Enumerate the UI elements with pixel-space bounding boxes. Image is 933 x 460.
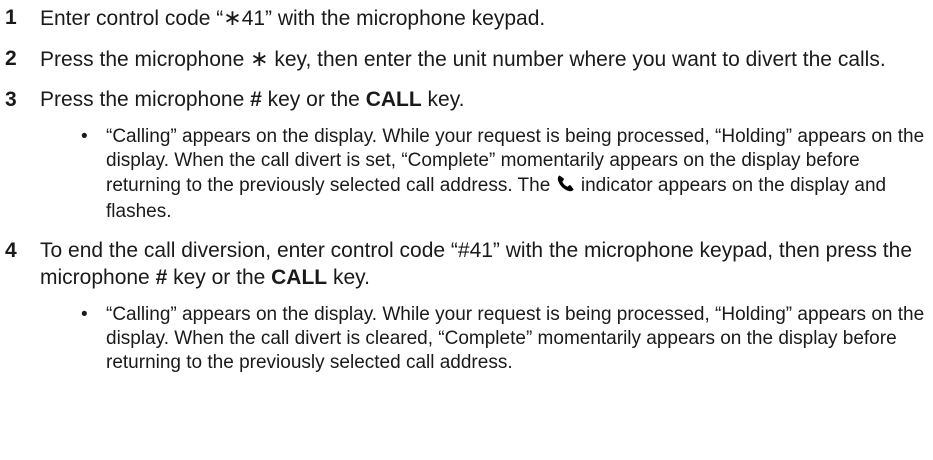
- hash-key-label: #: [250, 88, 262, 111]
- step-text: Press the microphone ∗ key, then enter t…: [40, 45, 933, 73]
- step-text-part: Press the microphone: [40, 88, 251, 111]
- step-2: 2 Press the microphone ∗ key, then enter…: [0, 45, 933, 73]
- call-key-label: CALL: [365, 88, 422, 111]
- step-text: Press the microphone # key or the CALL k…: [40, 86, 933, 113]
- call-key-label: CALL: [271, 266, 328, 289]
- step-text-part: key or the: [167, 266, 272, 289]
- step-4: 4 To end the call diversion, enter contr…: [0, 237, 933, 375]
- hash-key-label: #: [155, 266, 168, 289]
- bullet-dot: •: [81, 304, 88, 325]
- instruction-page: 1 Enter control code “∗41” with the micr…: [0, 0, 933, 460]
- note-text: “Calling” appears on the display. While …: [106, 304, 925, 373]
- step-1: 1 Enter control code “∗41” with the micr…: [0, 4, 933, 32]
- step-number: 4: [5, 239, 17, 262]
- star-symbol: ∗: [223, 5, 242, 30]
- step-text-part: Press the microphone: [40, 48, 251, 71]
- bullet-dot: •: [81, 126, 88, 147]
- step-number: 3: [5, 88, 17, 111]
- phone-handset-icon: [556, 173, 576, 200]
- note-text: “Calling” appears on the display. While …: [106, 125, 933, 224]
- step-4-note: • “Calling” appears on the display. Whil…: [40, 303, 933, 375]
- step-text-part: 41” with the microphone keypad.: [241, 7, 546, 30]
- step-text-part: key.: [327, 266, 370, 289]
- star-symbol: ∗: [250, 46, 269, 71]
- step-text-part: Enter control code “: [40, 7, 224, 30]
- step-3-note: • “Calling” appears on the display. Whil…: [40, 125, 933, 224]
- step-text: To end the call diversion, enter control…: [40, 237, 933, 291]
- step-text-part: key.: [421, 88, 465, 111]
- step-text-part: key or the: [261, 88, 366, 111]
- step-number: 1: [5, 6, 17, 29]
- step-text-part: key, then enter the unit number where yo…: [268, 48, 886, 71]
- step-number: 2: [5, 47, 17, 70]
- step-text: Enter control code “∗41” with the microp…: [40, 4, 933, 32]
- step-3: 3 Press the microphone # key or the CALL…: [0, 86, 933, 224]
